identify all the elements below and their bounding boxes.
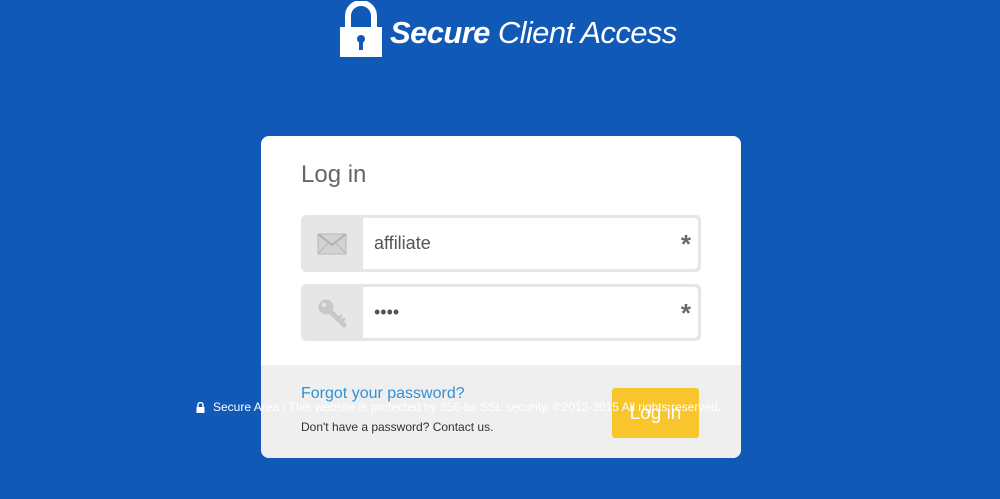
security-footer: Secure Area | This website is protected … bbox=[196, 400, 721, 414]
padlock-icon bbox=[340, 0, 382, 59]
brand-title-light: Client Access bbox=[489, 14, 677, 50]
email-input[interactable] bbox=[363, 218, 698, 269]
small-lock-icon bbox=[196, 401, 205, 413]
envelope-icon bbox=[301, 215, 363, 272]
password-input[interactable] bbox=[363, 287, 698, 338]
login-heading: Log in bbox=[301, 161, 367, 188]
brand-title: Secure Client Access bbox=[390, 17, 677, 48]
brand-title-bold: Secure bbox=[390, 14, 490, 50]
security-footer-text: Secure Area | This website is protected … bbox=[213, 400, 721, 414]
email-required-mark: * bbox=[680, 229, 691, 259]
brand-logo: Secure Client Access bbox=[340, 0, 677, 60]
contact-us-text: Don't have a password? Contact us. bbox=[301, 420, 494, 434]
email-field-group: * bbox=[301, 215, 701, 272]
key-icon bbox=[301, 284, 363, 341]
password-required-mark: * bbox=[680, 298, 691, 328]
password-field-group: * bbox=[301, 284, 701, 341]
